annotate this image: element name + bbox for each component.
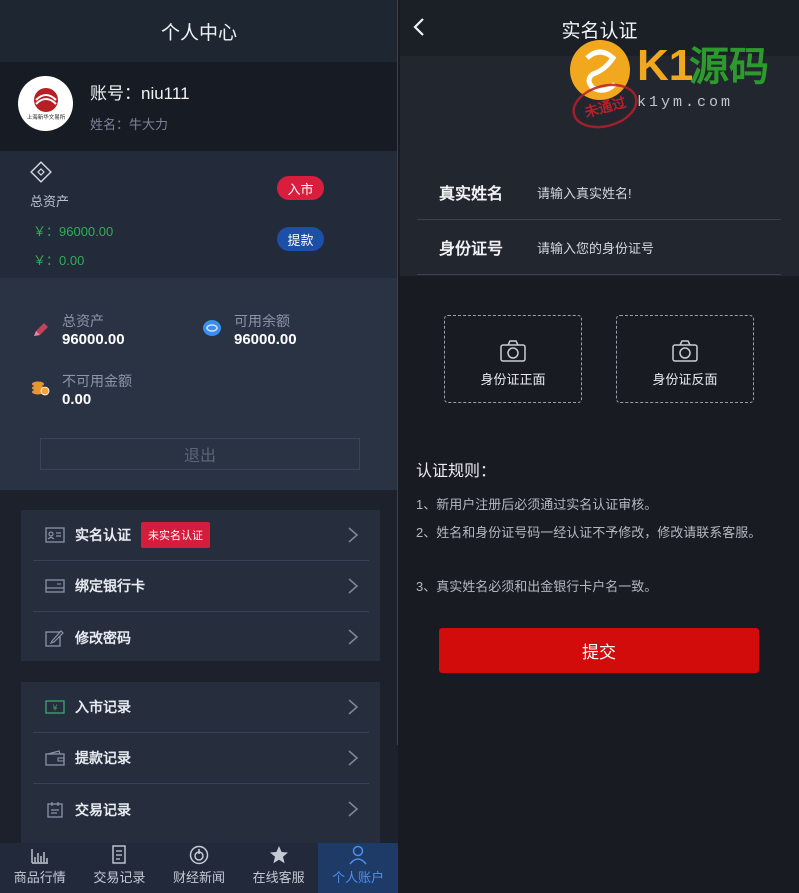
enter-market-button[interactable]: 入市 (277, 176, 324, 200)
watermark-brand: K1 (637, 41, 693, 90)
page-title: 个人中心 (0, 0, 398, 62)
menu-item-label: 提款记录 (75, 750, 131, 766)
records-menu-card: ¥ 入市记录 提款记录 交易记录 (21, 682, 380, 847)
profile-section: 上海新华文易所 账号：niu111 姓名：牛大力 (0, 62, 398, 151)
chevron-right-icon (348, 527, 359, 543)
nav-item-support[interactable]: 在线客服 (239, 843, 319, 893)
real-name-row: 真实姓名 请输入真实姓名! (417, 165, 781, 220)
nav-label: 交易记录 (93, 870, 146, 885)
chart-icon (31, 849, 48, 864)
nav-label: 在线客服 (252, 870, 305, 885)
available-balance-label: 可用余额 (234, 313, 290, 329)
logout-button[interactable]: 退出 (40, 438, 360, 470)
menu-item-trade-records[interactable]: 交易记录 (33, 784, 369, 835)
user-icon (349, 845, 367, 865)
upload-label: 身份证正面 (480, 371, 546, 387)
nav-item-news[interactable]: 财经新闻 (159, 843, 239, 893)
svg-text:¥: ¥ (52, 704, 57, 713)
real-name: 姓名：牛大力 (90, 117, 169, 132)
wallet-icon (203, 320, 221, 336)
money-icon: ¥ (44, 696, 66, 718)
menu-item-withdraw-records[interactable]: 提款记录 (33, 733, 369, 784)
chevron-right-icon (348, 750, 359, 766)
menu-item-label: 修改密码 (75, 629, 131, 646)
diamond-icon (30, 161, 52, 183)
scrollbar[interactable] (397, 0, 398, 745)
chevron-right-icon (348, 578, 359, 594)
unavailable-amount-value: 0.00 (62, 391, 92, 408)
total-assets-stat-value: 96000.00 (62, 331, 125, 348)
assets-value-2: ￥：0.00 (33, 253, 85, 268)
assets-card: 总资产 ￥：96000.00 ￥：0.00 (0, 151, 398, 429)
upload-label: 身份证反面 (652, 371, 718, 387)
menu-item-change-password[interactable]: 修改密码 (33, 612, 369, 663)
personal-center-panel: 个人中心 上海新华文易所 账号：niu111 姓名：牛大力 总资产 ￥：9600… (0, 0, 398, 893)
nav-item-account[interactable]: 个人账户 (318, 843, 398, 893)
account-name: 账号：niu111 (90, 84, 190, 103)
nav-label: 财经新闻 (172, 870, 225, 885)
watermark-site: k1ym.com (637, 94, 733, 111)
upload-id-front[interactable]: 身份证正面 (444, 315, 582, 403)
wallet-outline-icon (44, 747, 66, 769)
upload-id-back[interactable]: 身份证反面 (616, 315, 754, 403)
chevron-right-icon (348, 629, 359, 645)
nav-item-trade-records[interactable]: 交易记录 (80, 843, 160, 893)
id-card-icon (44, 524, 66, 546)
status-badge: 未实名认证 (141, 522, 210, 548)
camera-icon (672, 339, 698, 362)
assets-value-1: ￥：96000.00 (33, 224, 114, 239)
real-name-input[interactable]: 请输入真实姓名! (537, 183, 632, 202)
available-balance-value: 96000.00 (234, 331, 297, 348)
rule-item: 2、姓名和身份证号码一经认证不予修改，修改请联系客服。 (416, 525, 762, 540)
assets-divider (196, 414, 398, 429)
rules-title: 认证规则： (416, 463, 497, 480)
chevron-right-icon (348, 699, 359, 715)
chevron-right-icon (348, 801, 359, 817)
menu-item-label: 实名认证 (75, 527, 131, 543)
menu-item-label: 入市记录 (75, 699, 131, 715)
power-circle-icon (189, 845, 209, 865)
account-menu-card: 实名认证 未实名认证 绑定银行卡 修改密码 (21, 510, 380, 661)
watermark-logo: K1 源码 k1ym.com 未通过 (570, 40, 769, 129)
id-number-row: 身份证号 请输入您的身份证号 (417, 220, 781, 275)
withdraw-button[interactable]: 提款 (277, 227, 324, 251)
rule-item: 3、真实姓名必须和出金银行卡户名一致。 (416, 579, 658, 594)
edit-icon (44, 627, 66, 649)
bottom-nav: 商品行情 交易记录 财经新闻 在线客服 个人账户 (0, 843, 398, 893)
bank-card-icon (44, 575, 66, 597)
menu-item-real-name-auth[interactable]: 实名认证 未实名认证 (33, 510, 369, 561)
pencil-icon (34, 323, 48, 336)
avatar-text: 上海新华文易所 (26, 113, 65, 121)
avatar: 上海新华文易所 (18, 76, 73, 131)
unavailable-amount-label: 不可用金额 (62, 373, 132, 389)
nav-label: 个人账户 (332, 870, 385, 885)
submit-button[interactable]: 提交 (439, 628, 759, 673)
id-number-input[interactable]: 请输入您的身份证号 (537, 238, 654, 257)
field-label: 身份证号 (439, 241, 504, 258)
menu-item-label: 绑定银行卡 (75, 578, 145, 594)
nav-item-market[interactable]: 商品行情 (0, 843, 80, 893)
exchange-logo: 上海新华文易所 (26, 87, 65, 121)
total-assets-label: 总资产 (30, 194, 70, 209)
calendar-icon (44, 799, 66, 821)
camera-icon (500, 339, 526, 362)
menu-item-deposit-records[interactable]: ¥ 入市记录 (33, 682, 369, 733)
nav-label: 商品行情 (13, 870, 66, 885)
coins-icon (32, 381, 50, 396)
svg-text:源码: 源码 (689, 44, 769, 90)
rule-item: 1、新用户注册后必须通过实名认证审核。 (416, 497, 658, 512)
document-icon (112, 845, 127, 864)
field-label: 真实姓名 (439, 186, 504, 203)
star-icon (269, 846, 288, 864)
total-assets-stat-label: 总资产 (62, 313, 104, 329)
menu-item-bind-bank-card[interactable]: 绑定银行卡 (33, 561, 369, 612)
menu-item-label: 交易记录 (75, 801, 131, 818)
